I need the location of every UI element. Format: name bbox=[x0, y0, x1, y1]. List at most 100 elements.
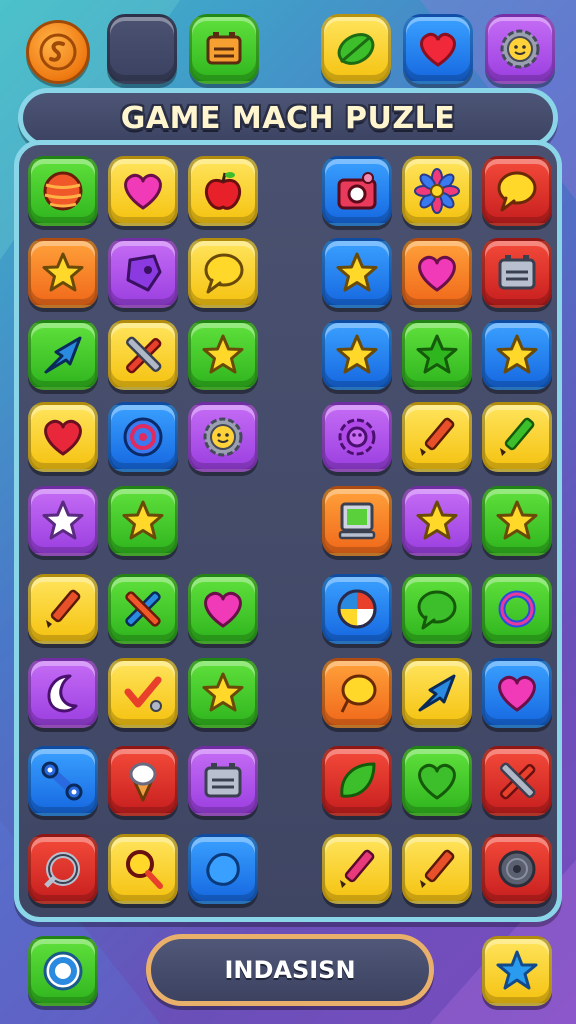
star-icon bbox=[496, 950, 538, 990]
leaf-tile[interactable] bbox=[321, 14, 391, 84]
battery-tile[interactable] bbox=[189, 14, 259, 84]
right-tile-r7-c2[interactable] bbox=[402, 658, 472, 728]
left-tile-r4-c1[interactable] bbox=[28, 402, 98, 472]
checkmark-icon bbox=[124, 676, 162, 712]
star-icon bbox=[202, 334, 244, 374]
star-icon bbox=[42, 252, 84, 292]
left-tile-r6-c2[interactable] bbox=[108, 574, 178, 644]
left-tile-r9-c1[interactable] bbox=[28, 834, 98, 904]
right-tile-r6-c2[interactable] bbox=[402, 574, 472, 644]
left-tile-r3-c3[interactable] bbox=[188, 320, 258, 390]
right-tile-r3-c3[interactable] bbox=[482, 320, 552, 390]
right-tile-r8-c1[interactable] bbox=[322, 746, 392, 816]
bonus-star-button[interactable] bbox=[482, 936, 552, 1006]
right-tile-r8-c3[interactable] bbox=[482, 746, 552, 816]
flower-icon bbox=[414, 168, 460, 214]
pencil-icon bbox=[420, 417, 455, 456]
left-tile-r9-c2[interactable] bbox=[108, 834, 178, 904]
left-tile-r4-c2[interactable] bbox=[108, 402, 178, 472]
right-tile-r3-c1[interactable] bbox=[322, 320, 392, 390]
left-tile-r2-c3[interactable] bbox=[188, 238, 258, 308]
right-tile-r9-c2[interactable] bbox=[402, 834, 472, 904]
left-tile-r1-c1[interactable] bbox=[28, 156, 98, 226]
left-tile-r8-c1[interactable] bbox=[28, 746, 98, 816]
heart-icon bbox=[204, 591, 242, 628]
left-tile-r8-c3[interactable] bbox=[188, 746, 258, 816]
left-tile-r6-c1[interactable] bbox=[28, 574, 98, 644]
star-icon bbox=[416, 334, 458, 374]
right-tile-r4-c1[interactable] bbox=[322, 402, 392, 472]
right-tile-r2-c2[interactable] bbox=[402, 238, 472, 308]
star-icon bbox=[336, 334, 378, 374]
right-tile-r5-c2[interactable] bbox=[402, 486, 472, 556]
left-tile-r7-c3[interactable] bbox=[188, 658, 258, 728]
refresh-icon bbox=[43, 951, 83, 991]
gear-smile-tile[interactable] bbox=[485, 14, 555, 84]
left-tile-r1-c2[interactable] bbox=[108, 156, 178, 226]
magnifier-icon bbox=[126, 850, 163, 889]
refresh-button[interactable] bbox=[28, 936, 98, 1006]
right-tile-r8-c2[interactable] bbox=[402, 746, 472, 816]
right-tile-r5-c3[interactable] bbox=[482, 486, 552, 556]
right-tile-r6-c3[interactable] bbox=[482, 574, 552, 644]
crescent-icon bbox=[47, 674, 78, 713]
speech-bubble-icon bbox=[204, 253, 244, 294]
left-tile-r6-c3[interactable] bbox=[188, 574, 258, 644]
left-tile-r1-c3[interactable] bbox=[188, 156, 258, 226]
right-tile-r1-c2[interactable] bbox=[402, 156, 472, 226]
gear-smile-icon bbox=[203, 417, 243, 457]
right-tile-r1-c1[interactable] bbox=[322, 156, 392, 226]
right-tile-r4-c3[interactable] bbox=[482, 402, 552, 472]
heart-icon bbox=[418, 763, 456, 800]
computer-icon bbox=[338, 502, 376, 540]
battery-icon bbox=[206, 32, 242, 65]
right-tile-r5-c1[interactable] bbox=[322, 486, 392, 556]
right-tile-r3-c2[interactable] bbox=[402, 320, 472, 390]
ice-cream-icon bbox=[129, 762, 157, 802]
coin-icon[interactable] bbox=[26, 20, 90, 84]
left-tile-r5-c2[interactable] bbox=[108, 486, 178, 556]
leaf-icon bbox=[340, 762, 376, 798]
battery-icon bbox=[204, 763, 242, 798]
empty-slot[interactable] bbox=[107, 14, 177, 84]
arrow-icon bbox=[44, 336, 82, 374]
star-icon bbox=[122, 500, 164, 540]
star-icon bbox=[496, 334, 538, 374]
left-tile-r5-c1[interactable] bbox=[28, 486, 98, 556]
beach-ball-icon bbox=[337, 589, 377, 629]
pencil-icon bbox=[420, 849, 455, 888]
right-tile-r2-c3[interactable] bbox=[482, 238, 552, 308]
left-tile-r7-c2[interactable] bbox=[108, 658, 178, 728]
wrench-icon bbox=[41, 761, 83, 801]
right-tile-r7-c3[interactable] bbox=[482, 658, 552, 728]
heart-icon bbox=[124, 173, 162, 210]
left-tile-r4-c3[interactable] bbox=[188, 402, 258, 472]
ring-icon bbox=[498, 590, 536, 628]
right-tile-r6-c1[interactable] bbox=[322, 574, 392, 644]
gear-icon bbox=[338, 418, 376, 456]
heart-tile[interactable] bbox=[403, 14, 473, 84]
right-tile-r7-c1[interactable] bbox=[322, 658, 392, 728]
left-tile-r3-c1[interactable] bbox=[28, 320, 98, 390]
arrow-icon bbox=[418, 674, 456, 712]
pencil-icon bbox=[340, 849, 375, 888]
right-tile-r1-c3[interactable] bbox=[482, 156, 552, 226]
action-button[interactable]: INDASISN bbox=[146, 934, 434, 1006]
speech-bubble-icon bbox=[497, 171, 537, 212]
apple-icon bbox=[204, 172, 242, 210]
pencil-icon bbox=[500, 417, 535, 456]
left-tile-r9-c3[interactable] bbox=[188, 834, 258, 904]
right-tile-r2-c1[interactable] bbox=[322, 238, 392, 308]
right-tile-r9-c1[interactable] bbox=[322, 834, 392, 904]
left-tile-r8-c2[interactable] bbox=[108, 746, 178, 816]
star-icon bbox=[416, 500, 458, 540]
action-button-label: INDASISN bbox=[224, 956, 356, 984]
leaf-icon bbox=[337, 33, 375, 65]
right-tile-r9-c3[interactable] bbox=[482, 834, 552, 904]
right-tile-r4-c2[interactable] bbox=[402, 402, 472, 472]
left-tile-r2-c1[interactable] bbox=[28, 238, 98, 308]
left-tile-r3-c2[interactable] bbox=[108, 320, 178, 390]
left-tile-r2-c2[interactable] bbox=[108, 238, 178, 308]
camera-icon bbox=[337, 172, 377, 210]
left-tile-r7-c1[interactable] bbox=[28, 658, 98, 728]
